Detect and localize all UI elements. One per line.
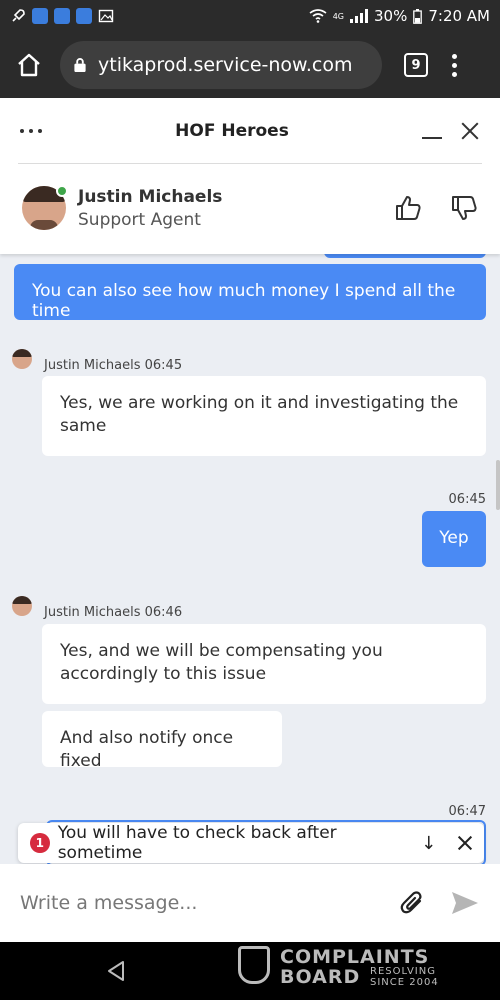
agent-avatar-small	[12, 596, 32, 616]
send-icon[interactable]	[450, 890, 480, 916]
clock: 7:20 AM	[428, 7, 490, 25]
new-message-notification[interactable]: 1 You will have to check back after some…	[18, 823, 484, 863]
shield-icon	[54, 8, 70, 24]
dismiss-notification-button[interactable]	[458, 836, 472, 850]
message-timestamp: 06:45	[448, 492, 486, 507]
watermark-line2: BOARD	[280, 966, 361, 988]
back-icon[interactable]	[106, 960, 126, 982]
tab-switcher-button[interactable]: 9	[404, 53, 428, 77]
home-icon	[18, 53, 40, 77]
message-timestamp: 06:47	[448, 804, 486, 819]
battery-percent: 30%	[374, 7, 408, 25]
agent-avatar	[22, 185, 68, 230]
thumbs-down-icon[interactable]	[450, 194, 478, 222]
chat-title: HOF Heroes	[175, 120, 289, 141]
watermark: COMPLAINTS BOARD RESOLVING SINCE 2004	[238, 942, 458, 1000]
chat-title-bar: HOF Heroes	[18, 98, 482, 164]
message-meta: Justin Michaels 06:46	[44, 605, 183, 620]
status-bar: 4G 30% 7:20 AM	[0, 0, 500, 32]
browser-toolbar: ytikaprod.service-now.com 9	[0, 32, 500, 98]
signal-icon	[350, 9, 368, 23]
watermark-tag1: RESOLVING	[370, 966, 436, 977]
thumbs-up-icon[interactable]	[394, 194, 422, 222]
chat-header: HOF Heroes Justin Michaels Support Agent	[0, 98, 500, 254]
message-composer	[0, 864, 500, 942]
incoming-message: And also notify once fixed	[42, 711, 282, 771]
chat-message-list[interactable]: You can also see how much money I spend …	[0, 254, 500, 864]
watermark-tagline: RESOLVING SINCE 2004	[370, 966, 439, 988]
browser-menu-button[interactable]	[452, 53, 457, 77]
battery-icon	[413, 8, 423, 24]
address-bar[interactable]: ytikaprod.service-now.com	[60, 41, 382, 89]
outgoing-message: Yep	[422, 511, 486, 567]
chat-scrollbar[interactable]	[496, 460, 500, 510]
app-notification-icon	[32, 8, 48, 24]
incoming-message: Yes, we are working on it and investigat…	[42, 376, 486, 456]
watermark-tag2: SINCE 2004	[370, 977, 439, 988]
agent-name: Justin Michaels	[78, 186, 223, 207]
agent-avatar-small	[12, 349, 32, 369]
minimize-button[interactable]	[422, 123, 442, 139]
wifi-icon	[309, 9, 327, 23]
unread-count-badge: 1	[30, 833, 50, 853]
online-status-dot	[56, 185, 68, 197]
incoming-message: Yes, and we will be compensating you acc…	[42, 624, 486, 704]
agent-card: Justin Michaels Support Agent	[0, 164, 500, 252]
shield-icon	[76, 8, 92, 24]
outgoing-message: You can also see how much money I spend …	[14, 264, 486, 321]
home-button[interactable]	[12, 48, 46, 82]
watermark-line1: COMPLAINTS	[280, 946, 430, 968]
network-type-label: 4G	[332, 11, 344, 21]
status-system-icons: 4G 30% 7:20 AM	[309, 7, 490, 25]
paperclip-icon[interactable]	[398, 889, 426, 917]
feedback-buttons	[394, 194, 478, 222]
url-text: ytikaprod.service-now.com	[98, 54, 353, 76]
notification-text: You will have to check back after someti…	[57, 823, 337, 863]
arrow-down-icon[interactable]: ↓	[421, 833, 436, 854]
watermark-logo-icon	[238, 946, 270, 984]
close-chat-button[interactable]	[460, 121, 480, 141]
image-icon	[98, 9, 114, 23]
lock-icon	[74, 58, 86, 72]
agent-role: Support Agent	[78, 209, 201, 230]
status-notification-icons	[10, 8, 114, 24]
agent-info: Justin Michaels Support Agent	[78, 187, 222, 230]
message-input[interactable]	[20, 892, 398, 914]
message-meta: Justin Michaels 06:45	[44, 358, 183, 373]
system-navigation-bar: COMPLAINTS BOARD RESOLVING SINCE 2004	[0, 942, 500, 1000]
more-options-button[interactable]	[20, 128, 42, 133]
previous-message-bubble	[324, 254, 486, 258]
rocket-icon	[12, 9, 25, 22]
